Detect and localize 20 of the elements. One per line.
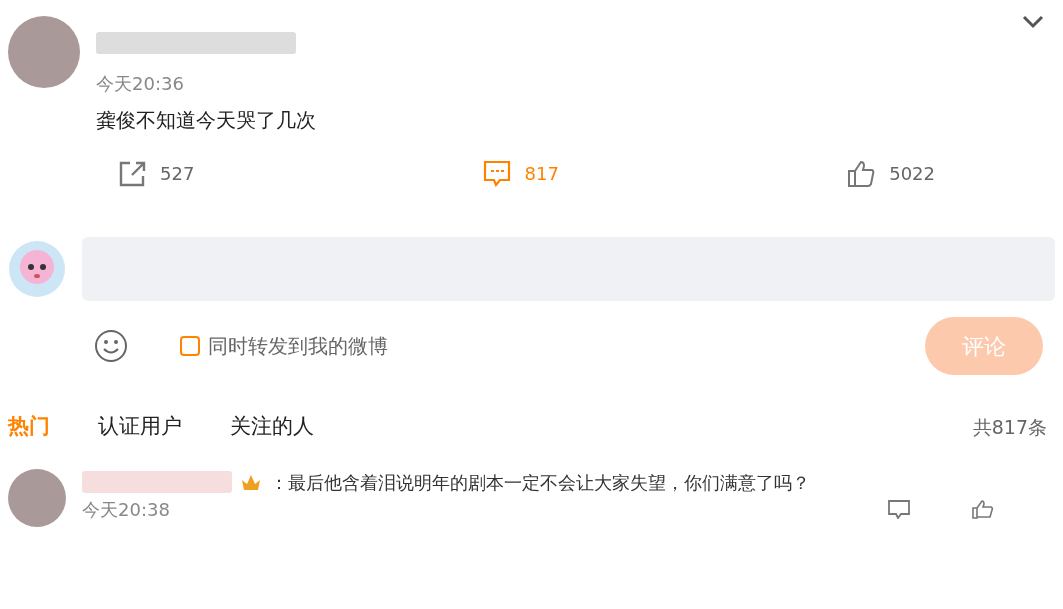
share-checkbox[interactable]: [180, 336, 200, 356]
avatar-cartoon-icon: [8, 240, 66, 298]
filter-tab[interactable]: 关注的人: [230, 411, 314, 443]
comment-time: 今天20:38: [82, 497, 170, 522]
post-time: 今天20:36: [96, 72, 185, 96]
comment-total: 共817条: [972, 414, 1047, 440]
thumbs-up-icon[interactable]: [971, 499, 995, 519]
share-label[interactable]: 同时转发到我的微博: [208, 331, 388, 361]
chevron-down-icon[interactable]: [1021, 14, 1045, 30]
filter-tab[interactable]: 认证用户: [98, 411, 182, 443]
comment-text: ：最后他含着泪说明年的剧本一定不会让大家失望，你们满意了吗？: [270, 470, 810, 495]
comment-icon: [482, 159, 511, 187]
comment-icon[interactable]: [887, 499, 911, 519]
emoji-smile-icon[interactable]: [94, 329, 128, 363]
repost-button[interactable]: 527: [118, 159, 195, 187]
avatar-blurred: [8, 468, 66, 527]
thumbs-up-icon: [847, 159, 876, 187]
like-button[interactable]: 5022: [847, 159, 935, 187]
post-text: 龚俊不知道今天哭了几次: [96, 107, 316, 134]
share-icon: [118, 159, 146, 187]
